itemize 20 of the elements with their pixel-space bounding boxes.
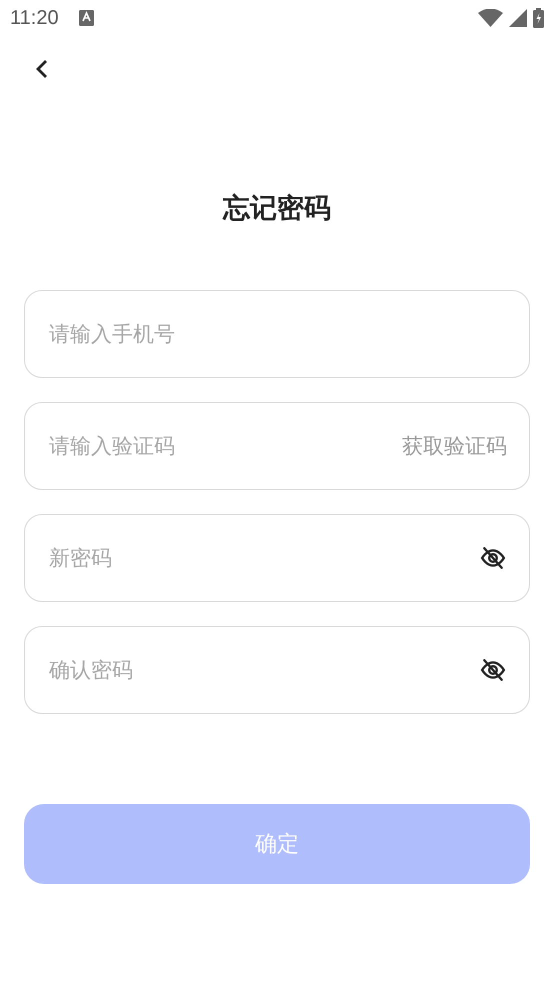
visibility-toggle[interactable] (479, 544, 507, 572)
code-field[interactable]: 请输入验证码 获取验证码 (24, 402, 530, 490)
status-time: 11:20 (10, 6, 59, 30)
code-input[interactable]: 请输入验证码 (47, 433, 402, 459)
keyboard-notification-icon (78, 10, 94, 26)
wifi-icon (478, 9, 503, 27)
signal-icon (509, 9, 527, 27)
page-title: 忘记密码 (223, 192, 331, 226)
visibility-toggle[interactable] (479, 656, 507, 684)
back-icon[interactable] (35, 58, 49, 80)
get-code-button[interactable]: 获取验证码 (402, 432, 507, 460)
password-field[interactable]: 新密码 (24, 514, 530, 602)
eye-off-icon (480, 657, 506, 683)
phone-input[interactable]: 请输入手机号 (47, 321, 507, 347)
password-input[interactable]: 确认密码 (47, 657, 479, 683)
battery-icon (533, 8, 544, 28)
password-field[interactable]: 确认密码 (24, 626, 530, 714)
password-input[interactable]: 新密码 (47, 545, 479, 571)
phone-field[interactable]: 请输入手机号 (24, 290, 530, 378)
eye-off-icon (480, 545, 506, 571)
